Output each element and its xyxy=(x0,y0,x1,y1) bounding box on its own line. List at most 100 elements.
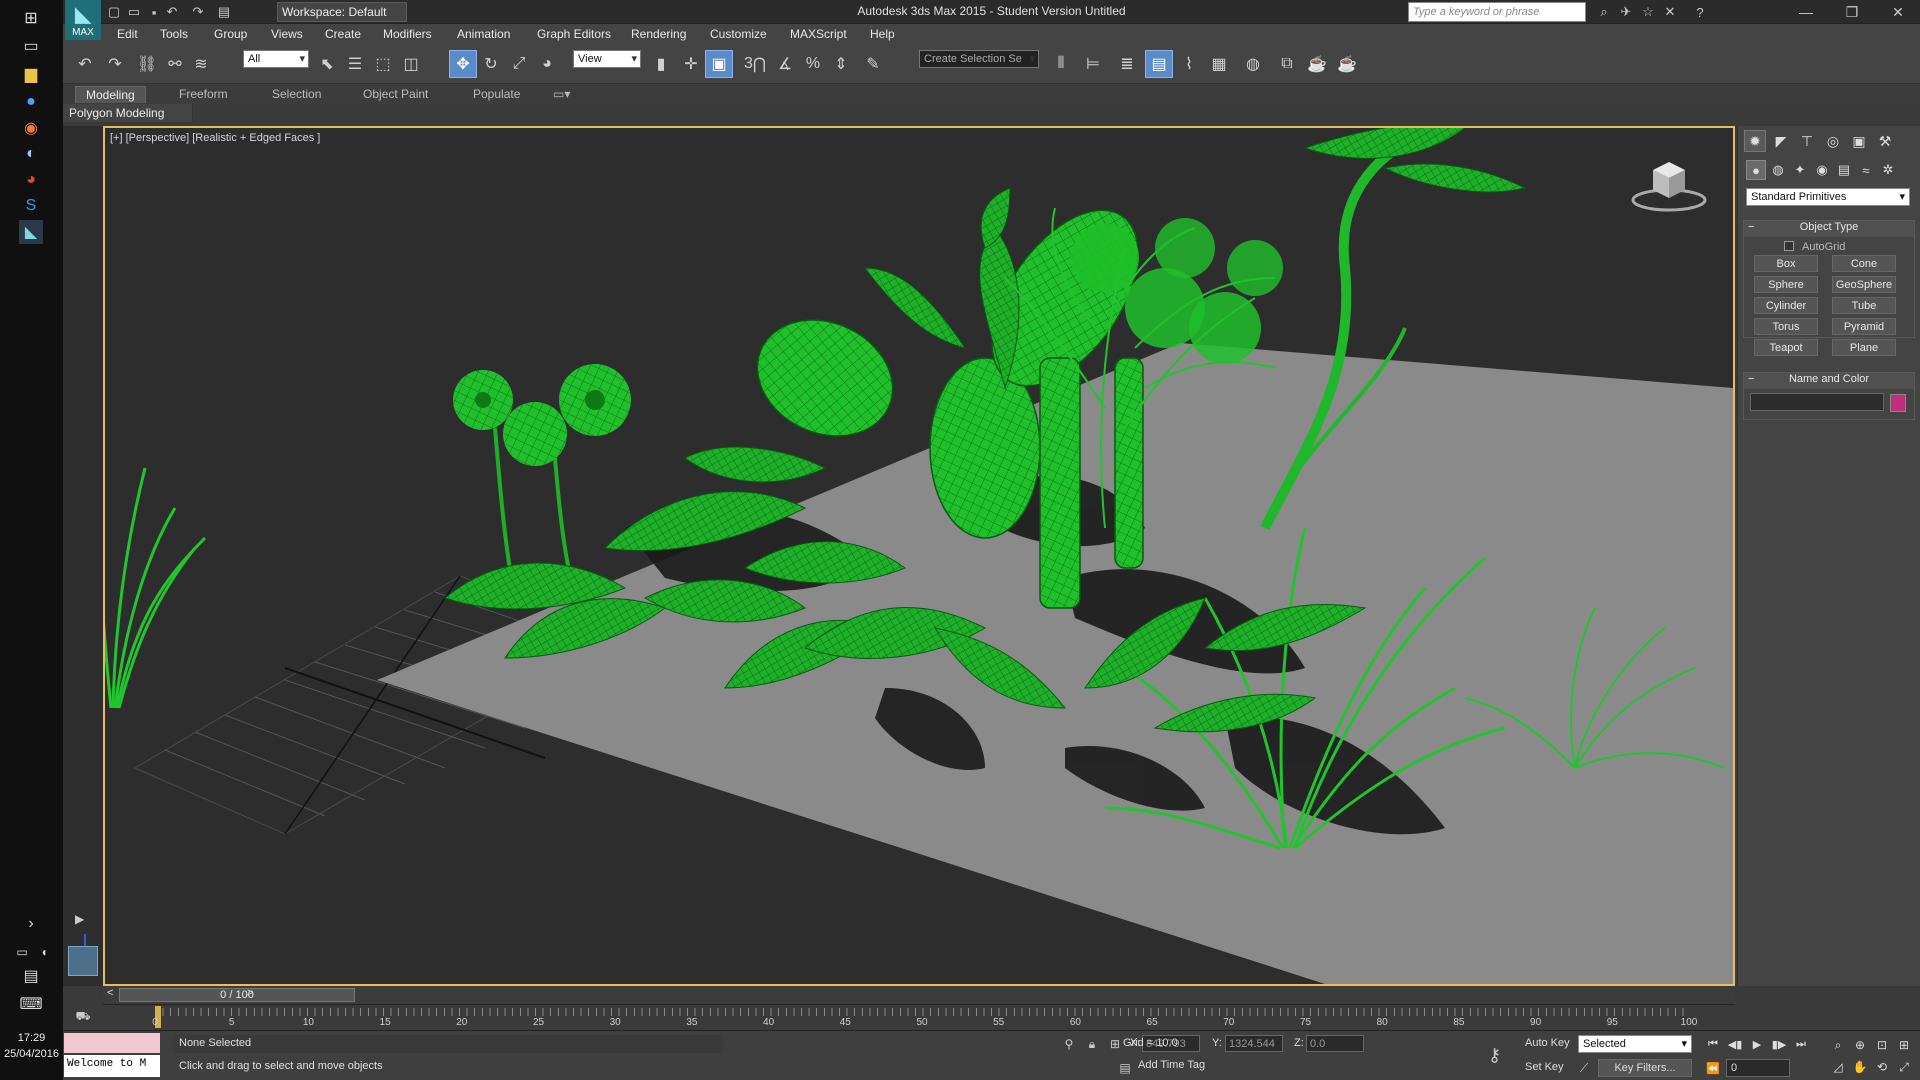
chrome-icon[interactable]: ◕ xyxy=(19,168,43,192)
curve-editor-icon[interactable]: ⌇ xyxy=(1175,50,1203,78)
material-editor-icon[interactable]: ◍ xyxy=(1239,50,1267,78)
favorites-star-icon[interactable]: ☆ xyxy=(1639,3,1657,21)
menu-modifiers[interactable]: Modifiers xyxy=(383,27,432,41)
perspective-viewport[interactable]: [+] [Perspective] [Realistic + Edged Fac… xyxy=(103,126,1735,986)
bind-space-warp-icon[interactable]: ≋ xyxy=(187,50,215,78)
menu-views[interactable]: Views xyxy=(271,27,303,41)
selection-lock-icon[interactable]: 🔒︎ xyxy=(1083,1035,1101,1053)
windows-start-icon[interactable]: ⊞ xyxy=(19,6,43,30)
geosphere-button[interactable]: GeoSphere xyxy=(1832,276,1896,293)
restore-icon[interactable]: ❐ xyxy=(1829,0,1875,24)
time-slider-thumb[interactable]: 0 / 100 xyxy=(119,988,355,1002)
expand-viewport-layout-icon[interactable]: ▶ xyxy=(75,912,84,926)
placement-icon[interactable]: ◕ xyxy=(533,50,561,78)
selection-filter-dropdown[interactable]: All xyxy=(243,50,309,68)
select-manipulate-icon[interactable]: ✛ xyxy=(677,50,705,78)
subscription-icon[interactable]: ✈ xyxy=(1617,3,1635,21)
plane-button[interactable]: Plane xyxy=(1832,339,1896,356)
minimize-icon[interactable]: — xyxy=(1783,0,1829,24)
object-name-field[interactable] xyxy=(1750,393,1884,411)
pyramid-button[interactable]: Pyramid xyxy=(1832,318,1896,335)
viewport-layout-single-button[interactable] xyxy=(68,946,98,976)
volume-icon[interactable]: ◖ xyxy=(32,940,56,964)
maximize-viewport-icon[interactable]: ⤢ xyxy=(1893,1057,1915,1077)
select-by-name-icon[interactable]: ☰ xyxy=(341,50,369,78)
teapot-button[interactable]: Teapot xyxy=(1754,339,1818,356)
blender-icon[interactable]: ◉ xyxy=(19,116,43,140)
keyboard-icon[interactable]: ⌨ xyxy=(19,992,43,1016)
systems-category-icon[interactable]: ✲ xyxy=(1878,160,1898,180)
menu-customize[interactable]: Customize xyxy=(710,27,767,41)
time-slider[interactable]: < 0 / 100 > xyxy=(103,986,1735,1004)
link-icon[interactable]: ⛓ xyxy=(133,50,161,78)
hierarchy-tab-icon[interactable]: ⊤ xyxy=(1796,130,1818,152)
object-color-swatch[interactable] xyxy=(1890,394,1906,412)
tube-button[interactable]: Tube xyxy=(1832,297,1896,314)
zoom-icon[interactable]: ⌕ xyxy=(1827,1035,1849,1055)
viewcube[interactable] xyxy=(1629,154,1709,214)
cone-button[interactable]: Cone xyxy=(1832,255,1896,272)
named-selection-sets-dropdown[interactable]: Create Selection Se xyxy=(919,50,1039,68)
tab-selection[interactable]: Selection xyxy=(262,86,331,103)
name-and-color-header[interactable]: − Name and Color xyxy=(1744,373,1914,389)
box-button[interactable]: Box xyxy=(1754,255,1818,272)
field-of-view-icon[interactable]: ◿ xyxy=(1827,1057,1849,1077)
mini-curve-editor-icon[interactable]: ⛟ xyxy=(63,1004,103,1030)
display-tab-icon[interactable]: ▣ xyxy=(1848,130,1870,152)
shapes-category-icon[interactable]: ◍ xyxy=(1768,160,1788,180)
tab-modeling[interactable]: Modeling xyxy=(75,86,146,103)
go-to-end-icon[interactable]: ⏭ xyxy=(1791,1035,1811,1053)
select-and-scale-icon[interactable]: ⤢ xyxy=(505,50,533,78)
key-mode-toggle-icon[interactable]: ⏪ xyxy=(1703,1059,1723,1077)
maxscript-mini-listener-input[interactable]: Welcome to M xyxy=(64,1055,160,1077)
render-setup-icon[interactable]: ⧉ xyxy=(1273,50,1301,78)
pan-view-icon[interactable]: ✋ xyxy=(1849,1057,1871,1077)
select-and-move-icon[interactable]: ✥ xyxy=(449,50,477,78)
rectangular-selection-icon[interactable]: ⬚ xyxy=(369,50,397,78)
edit-named-selection-icon[interactable]: ✎ xyxy=(859,50,887,78)
mirror-icon[interactable]: ⫴ xyxy=(1047,50,1075,78)
z-coordinate-field[interactable]: 0.0 xyxy=(1306,1035,1364,1052)
time-tag-icon[interactable]: ▤ xyxy=(1116,1059,1134,1077)
close-window-icon[interactable]: ✕ xyxy=(1875,0,1920,24)
set-key-button[interactable]: Set Key xyxy=(1525,1061,1564,1073)
space-warps-category-icon[interactable]: ≈ xyxy=(1856,160,1876,180)
ribbon-options-icon[interactable]: ▭▾ xyxy=(543,86,580,103)
show-hidden-icon[interactable]: › xyxy=(19,912,43,936)
track-bar[interactable]: 0 5 10 15 20 25 30 35 40 45 50 55 60 65 70 75 80 85 90 95 10… xyxy=(103,1004,1735,1030)
3dsmax-taskbar-icon[interactable]: ◣ xyxy=(19,220,43,244)
isolate-selection-icon[interactable]: ⚲ xyxy=(1060,1035,1078,1053)
align-icon[interactable]: ⊨ xyxy=(1079,50,1107,78)
select-object-icon[interactable]: ⬉ xyxy=(313,50,341,78)
search-input[interactable]: Type a keyword or phrase xyxy=(1408,2,1586,22)
current-frame-field[interactable]: 0 xyxy=(1726,1059,1790,1077)
y-coordinate-field[interactable]: 1324.544 xyxy=(1225,1035,1283,1052)
menu-animation[interactable]: Animation xyxy=(457,27,510,41)
motion-tab-icon[interactable]: ◎ xyxy=(1822,130,1844,152)
undo-icon[interactable]: ↶ xyxy=(71,50,99,78)
add-time-tag-button[interactable]: Add Time Tag xyxy=(1138,1059,1205,1071)
browser-icon[interactable]: ● xyxy=(19,90,43,114)
menu-create[interactable]: Create xyxy=(325,27,361,41)
utilities-tab-icon[interactable]: ⚒ xyxy=(1874,130,1896,152)
absolute-transform-icon[interactable]: ⊞ xyxy=(1106,1035,1124,1053)
lights-category-icon[interactable]: ✦ xyxy=(1790,160,1810,180)
menu-graph-editors[interactable]: Graph Editors xyxy=(537,27,611,41)
zoom-extents-icon[interactable]: ⊡ xyxy=(1871,1035,1893,1055)
spinner-snap-icon[interactable]: ⇕ xyxy=(827,50,855,78)
default-in-out-tangent-icon[interactable]: ⟋ xyxy=(1575,1059,1593,1077)
tab-object-paint[interactable]: Object Paint xyxy=(353,86,438,103)
task-view-icon[interactable]: ▭ xyxy=(19,34,43,58)
exchange-icon[interactable]: ✕ xyxy=(1661,3,1679,21)
menu-tools[interactable]: Tools xyxy=(160,27,188,41)
help-icon[interactable]: ? xyxy=(1691,3,1709,21)
file-explorer-icon[interactable]: ▆ xyxy=(19,62,43,86)
menu-group[interactable]: Group xyxy=(214,27,247,41)
reference-coordinate-dropdown[interactable]: View xyxy=(573,50,641,68)
cameras-category-icon[interactable]: ◉ xyxy=(1812,160,1832,180)
action-center-icon[interactable]: ▤ xyxy=(19,964,43,988)
unlink-icon[interactable]: ⚯ xyxy=(161,50,189,78)
render-production-icon[interactable]: ☕ xyxy=(1333,50,1361,78)
toggle-ribbon-icon[interactable]: ▤ xyxy=(1145,50,1173,78)
angle-snap-icon[interactable]: ∡ xyxy=(771,50,799,78)
